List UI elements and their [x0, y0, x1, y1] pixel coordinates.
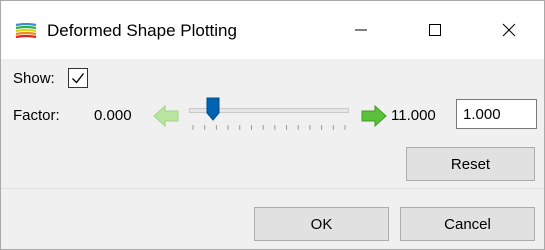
factor-slider[interactable] — [189, 97, 351, 139]
rainbow-shape-icon — [15, 23, 37, 39]
arrow-left-icon[interactable] — [153, 104, 179, 128]
factor-max-value: 11.000 — [391, 107, 436, 124]
maximize-icon — [429, 24, 441, 36]
cancel-button[interactable]: Cancel — [400, 207, 535, 241]
dialog-window: Deformed Shape Plotting Show: Factor: 0.… — [0, 0, 545, 250]
factor-input[interactable] — [456, 99, 537, 129]
close-icon — [502, 23, 516, 37]
slider-thumb[interactable] — [206, 97, 220, 121]
minimize-button[interactable] — [325, 1, 397, 59]
dialog-content: Show: Factor: 0.000 11.000 Reset — [1, 59, 544, 188]
title-bar[interactable]: Deformed Shape Plotting — [1, 1, 544, 59]
show-checkbox[interactable] — [68, 68, 88, 88]
close-button[interactable] — [473, 1, 544, 59]
checkmark-icon — [72, 73, 85, 84]
window-title: Deformed Shape Plotting — [47, 21, 237, 40]
show-label: Show: — [13, 70, 55, 87]
factor-min-value: 0.000 — [94, 107, 132, 124]
dialog-footer: OK Cancel — [1, 189, 544, 249]
reset-button[interactable]: Reset — [406, 147, 535, 181]
factor-label: Factor: — [13, 107, 60, 124]
minimize-icon — [355, 29, 367, 31]
arrow-right-icon[interactable] — [361, 104, 387, 128]
maximize-button[interactable] — [399, 1, 471, 59]
ok-button[interactable]: OK — [254, 207, 389, 241]
slider-ticks — [192, 125, 346, 130]
